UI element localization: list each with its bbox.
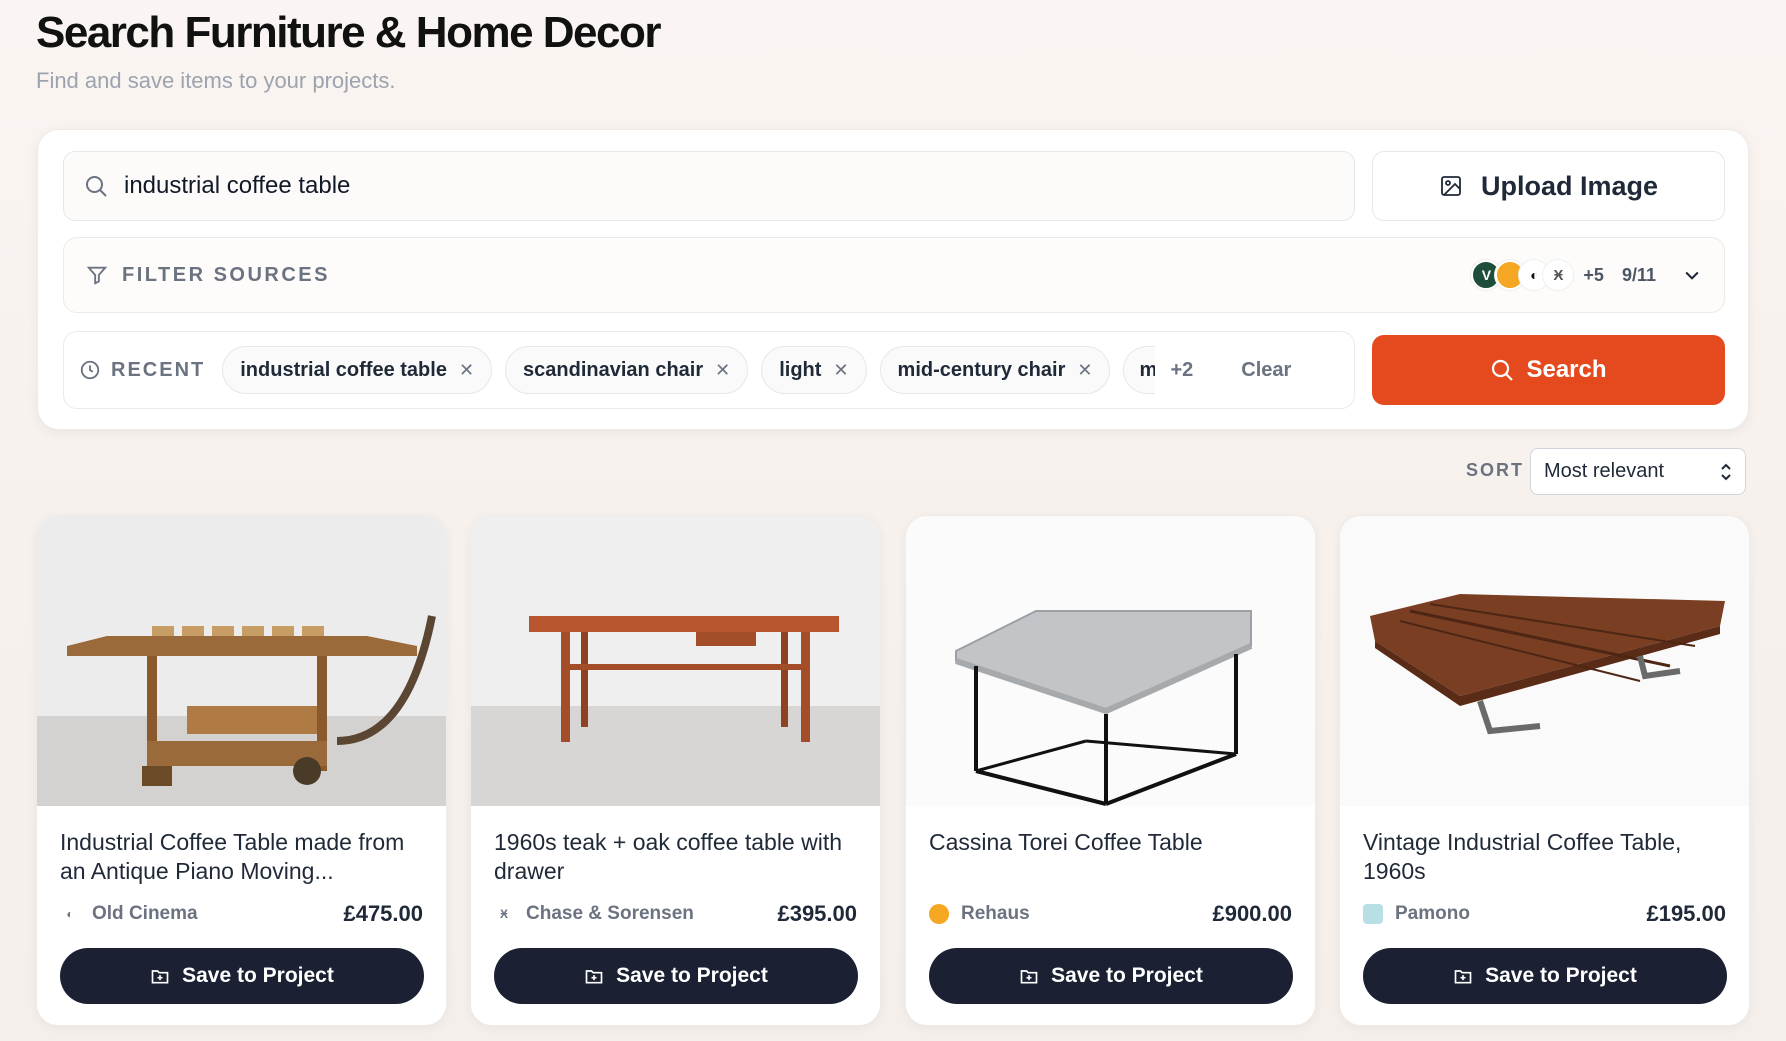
save-to-project-button[interactable]: Save to Project [929,948,1293,1004]
recent-chip-label: scandinavian chair [523,358,704,381]
page-subtitle: Find and save items to your projects. [36,68,396,93]
product-image[interactable] [471,516,880,806]
page-title: Search Furniture & Home Decor [36,8,662,57]
product-image[interactable] [37,516,446,806]
product-image[interactable] [906,516,1315,806]
save-to-project-label: Save to Project [182,964,334,987]
filter-sources-bar[interactable]: FILTER SOURCES V ◐ Ӿ +5 9/11 [63,237,1725,313]
search-icon [1492,359,1514,381]
save-to-project-label: Save to Project [1485,964,1637,987]
product-price: £900.00 [1212,901,1292,926]
close-icon[interactable]: ✕ [715,360,730,381]
image-icon [1441,176,1461,196]
filter-sources-summary[interactable]: V ◐ Ӿ +5 9/11 [1471,238,1702,312]
product-card[interactable]: Vintage Industrial Coffee Table, 1960s P… [1339,515,1750,1026]
clear-recent-button[interactable]: Clear [1241,359,1291,382]
search-button[interactable]: Search [1372,335,1725,405]
search-input[interactable] [124,172,1324,200]
filter-icon [86,266,108,285]
product-source: Ӿ Chase & Sorensen [494,903,694,925]
product-card[interactable]: Cassina Torei Coffee Table Rehaus £900.0… [905,515,1316,1026]
recent-searches-bar: RECENT industrial coffee table ✕ scandin… [63,331,1355,409]
folder-plus-icon [585,970,603,984]
folder-plus-icon [1454,970,1472,984]
old-cinema-icon: ◐ [66,907,74,921]
recent-overflow-count[interactable]: +2 [1170,359,1193,382]
product-title[interactable]: Cassina Torei Coffee Table [929,828,1299,857]
recent-chip[interactable]: mid-century chair ✕ [879,346,1111,394]
filter-sources-label: FILTER SOURCES [122,263,330,286]
recent-chip[interactable]: light ✕ [761,346,867,394]
chase-sorensen-icon: Ӿ [499,907,508,921]
product-price: £475.00 [343,901,423,926]
close-icon[interactable]: ✕ [459,360,474,381]
recent-label: RECENT [111,358,206,381]
sort-select[interactable]: Most relevant [1530,448,1746,495]
recent-chip[interactable]: scandinavian chair ✕ [505,346,749,394]
product-source: ◐ Old Cinema [60,903,198,925]
recent-chip-truncated[interactable]: m [1123,346,1156,394]
recent-chip-label: industrial coffee table [240,358,447,381]
product-source: Pamono [1363,903,1470,925]
product-source-name: Old Cinema [92,903,198,924]
product-title[interactable]: Industrial Coffee Table made from an Ant… [60,828,430,886]
save-to-project-label: Save to Project [616,964,768,987]
sort-selected-value: Most relevant [1544,460,1665,482]
select-arrows-icon [1721,463,1731,481]
selected-sources-ratio: 9/11 [1621,264,1656,285]
recent-chip[interactable]: industrial coffee table ✕ [222,346,493,394]
pamono-icon [1363,904,1383,924]
product-card[interactable]: Industrial Coffee Table made from an Ant… [36,515,447,1026]
recent-chip-label: m [1139,359,1155,382]
save-to-project-label: Save to Project [1051,964,1203,987]
save-to-project-button[interactable]: Save to Project [1363,948,1727,1004]
page: Search Furniture & Home Decor Find and s… [0,0,1786,1041]
search-button-label: Search [1526,356,1607,383]
product-source-name: Rehaus [961,903,1030,924]
product-title[interactable]: 1960s teak + oak coffee table with drawe… [494,828,864,886]
recent-chip-label: light [779,358,822,381]
save-to-project-button[interactable]: Save to Project [494,948,858,1004]
folder-plus-icon [151,970,169,984]
recent-chip-label: mid-century chair [897,358,1066,381]
product-price: £395.00 [777,901,857,926]
product-source-name: Chase & Sorensen [526,903,694,924]
product-title[interactable]: Vintage Industrial Coffee Table, 1960s [1363,828,1733,886]
upload-image-label: Upload Image [1480,170,1659,201]
more-sources-count: +5 [1583,264,1604,285]
clock-icon [80,360,100,380]
close-icon[interactable]: ✕ [1077,360,1092,381]
search-icon [86,176,107,197]
chase-sorensen-source-icon: Ӿ [1543,260,1574,290]
chevron-down-icon[interactable] [1682,265,1702,285]
product-card[interactable]: 1960s teak + oak coffee table with drawe… [470,515,881,1026]
search-panel: Upload Image FILTER SOURCES V ◐ Ӿ +5 9/1… [37,129,1749,430]
upload-image-button[interactable]: Upload Image [1372,151,1725,221]
product-image[interactable] [1340,516,1749,806]
product-source: Rehaus [929,903,1030,925]
product-price: £195.00 [1646,901,1726,926]
close-icon[interactable]: ✕ [833,360,848,381]
rehaus-icon [929,904,949,924]
sort-label: SORT [1466,460,1525,480]
search-box[interactable] [63,151,1355,221]
folder-plus-icon [1020,970,1038,984]
product-source-name: Pamono [1395,903,1470,924]
save-to-project-button[interactable]: Save to Project [60,948,424,1004]
